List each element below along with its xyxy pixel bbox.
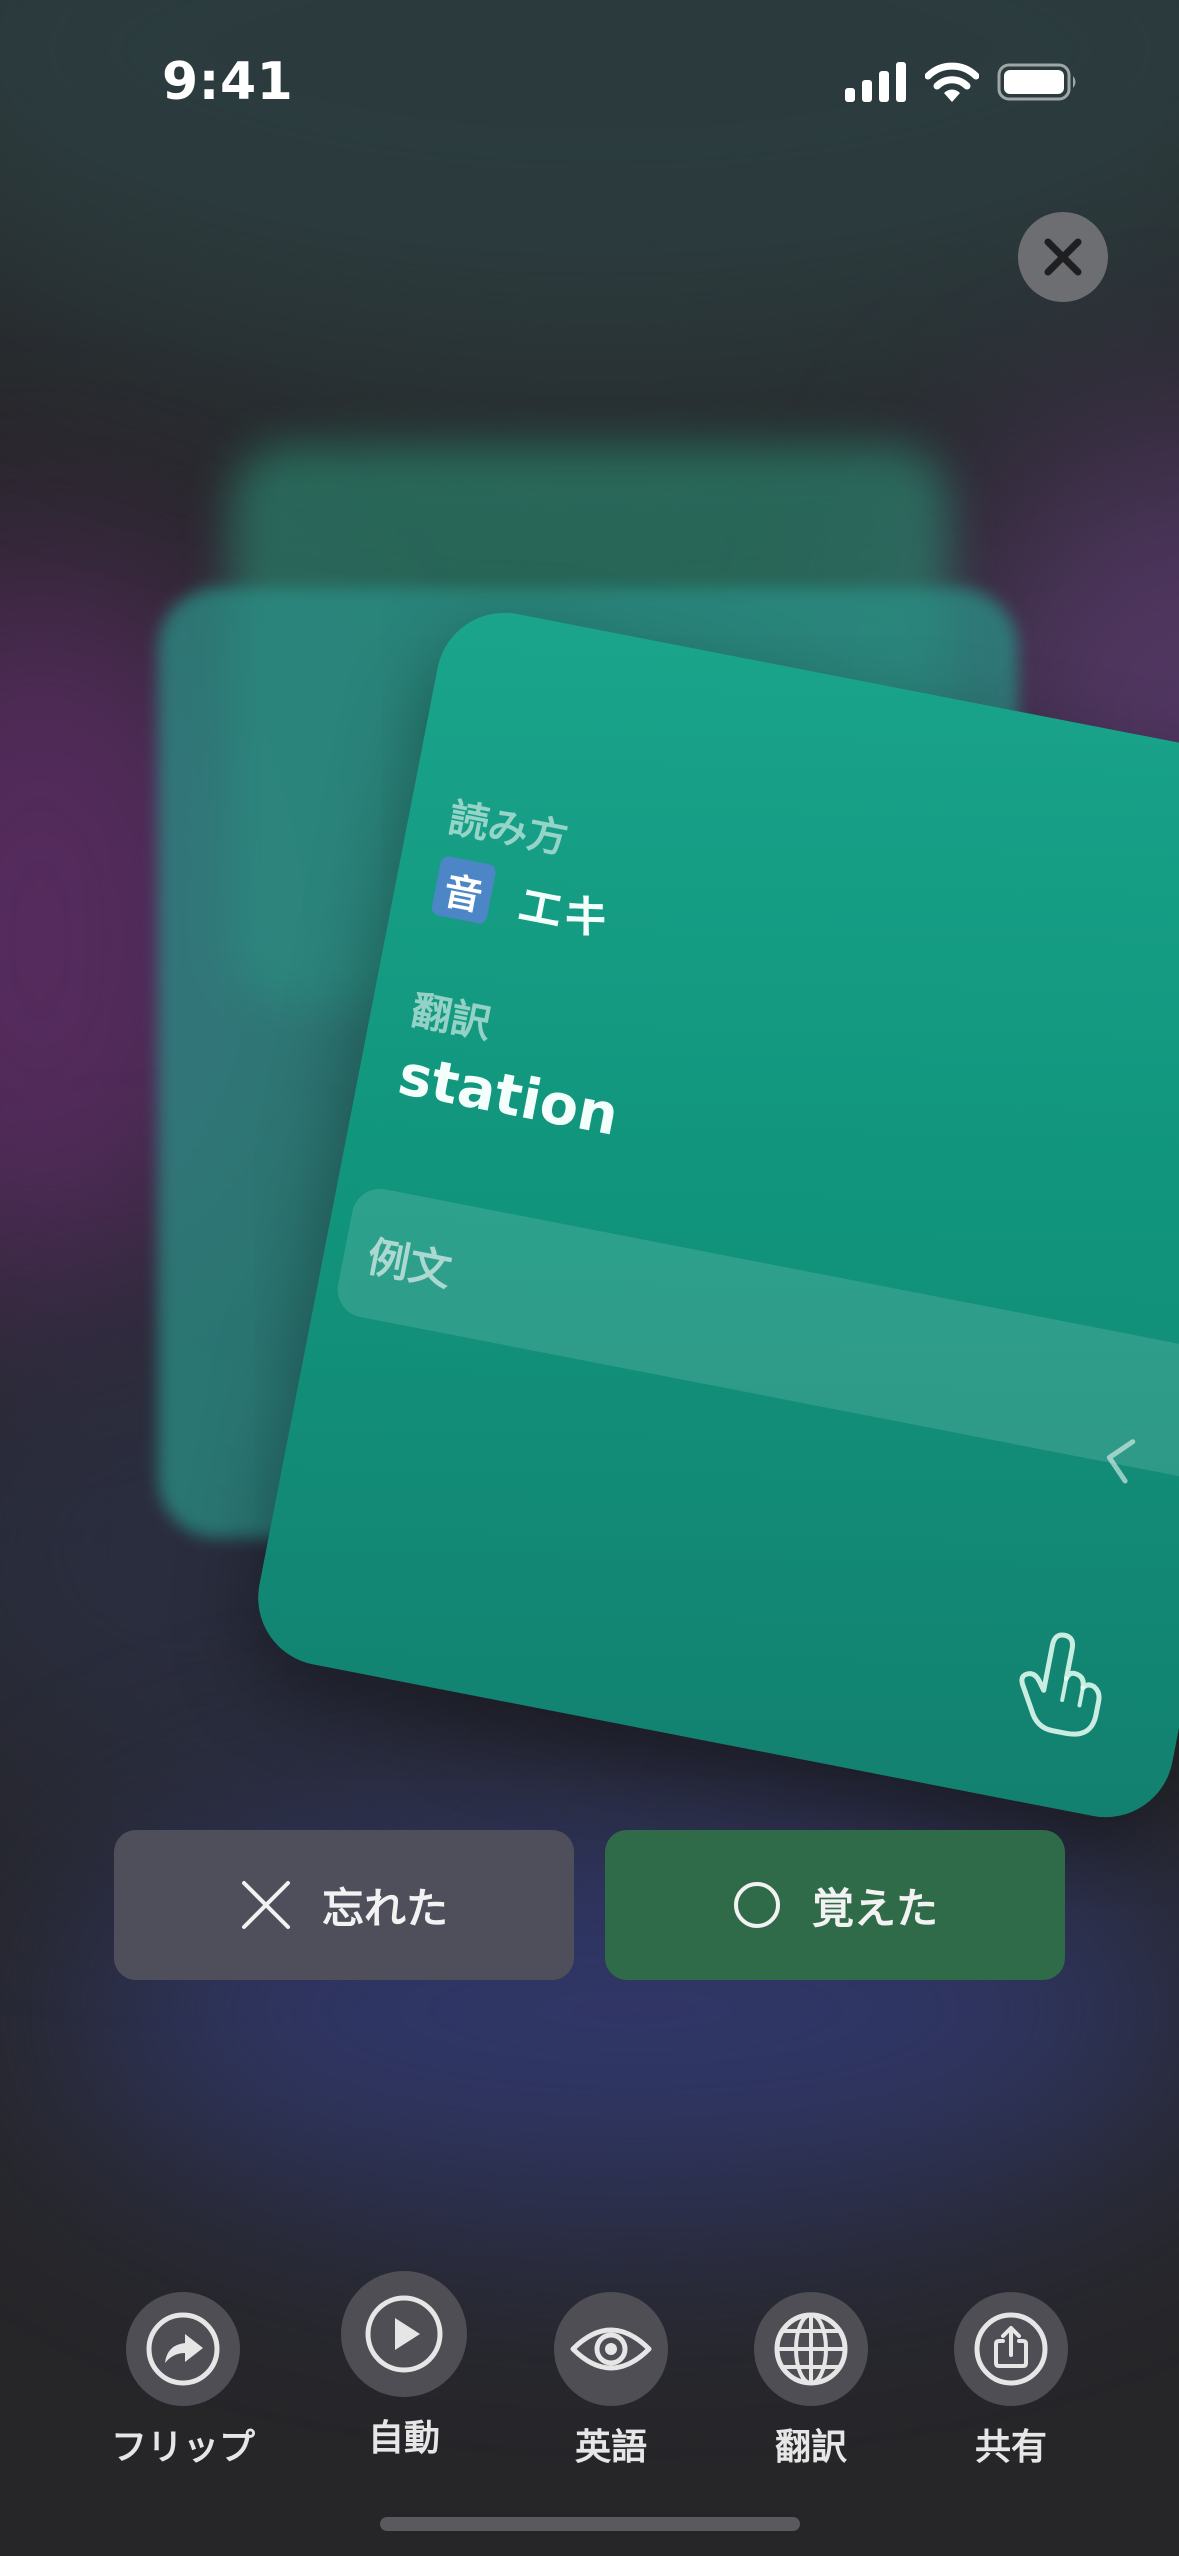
share-button[interactable]: [954, 2292, 1068, 2406]
status-bar: 9:41: [0, 0, 1179, 170]
onyomi-badge: 音: [430, 855, 497, 925]
toolbar-item-flip[interactable]: フリップ: [98, 2292, 268, 2470]
translation-toggle-button[interactable]: [754, 2292, 868, 2406]
share-icon: [974, 2312, 1048, 2386]
toolbar-item-share[interactable]: 共有: [946, 2292, 1076, 2470]
forgot-button[interactable]: 忘れた: [114, 1830, 574, 1980]
reading-value: エキ: [513, 877, 614, 948]
toolbar-item-english[interactable]: 英語: [546, 2292, 676, 2470]
wifi-icon: [925, 62, 979, 102]
cellular-signal-icon: [845, 62, 906, 102]
toolbar-item-auto[interactable]: 自動: [339, 2271, 469, 2461]
play-icon: [365, 2295, 443, 2373]
auto-play-button[interactable]: [341, 2271, 467, 2397]
toolbar-item-translation[interactable]: 翻訳: [746, 2292, 876, 2470]
globe-icon: [774, 2312, 848, 2386]
eye-icon: [570, 2327, 652, 2371]
english-toggle-button[interactable]: [554, 2292, 668, 2406]
circle-mark-icon: [733, 1882, 780, 1928]
status-time: 9:41: [162, 52, 294, 112]
remembered-button[interactable]: 覚えた: [605, 1830, 1065, 1980]
forgot-label: 忘れた: [321, 1883, 448, 1933]
toolbar-label-share: 共有: [974, 2427, 1047, 2468]
close-button[interactable]: [1018, 212, 1108, 302]
battery-icon: [997, 63, 1076, 101]
toolbar-label-english: 英語: [574, 2427, 647, 2468]
close-icon: [1044, 238, 1082, 276]
remembered-label: 覚えた: [811, 1883, 938, 1933]
status-icons: [845, 62, 1079, 102]
x-mark-icon: [241, 1881, 290, 1929]
flip-icon: [146, 2312, 220, 2386]
flip-button[interactable]: [126, 2292, 240, 2406]
home-indicator[interactable]: [380, 2517, 800, 2531]
toolbar-label-flip: フリップ: [110, 2427, 255, 2468]
toolbar-label-translation: 翻訳: [774, 2427, 847, 2468]
toolbar-label-auto: 自動: [367, 2418, 440, 2459]
